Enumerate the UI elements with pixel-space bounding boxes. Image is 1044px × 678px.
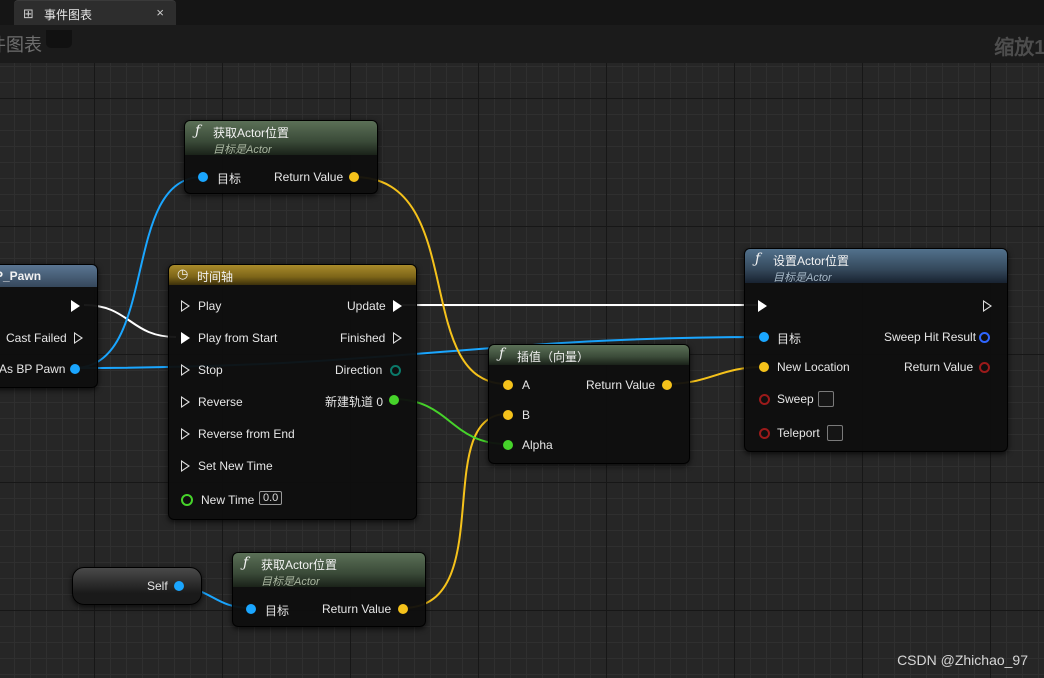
function-icon: ƒ	[755, 251, 761, 267]
node-title: 设置Actor位置	[773, 254, 850, 268]
self-node[interactable]: Self	[72, 567, 202, 605]
pin-reverse-label: Reverse	[198, 395, 243, 409]
pin-target-label: 目标	[217, 172, 242, 186]
clock-icon: ◷	[177, 267, 189, 282]
float-pin-icon[interactable]	[389, 395, 399, 405]
get-actor-location-node-top[interactable]: ƒ 获取Actor位置 目标是Actor 目标 Return Value	[184, 120, 378, 194]
vector-pin-icon[interactable]	[349, 172, 359, 182]
lerp-vector-node[interactable]: ƒ 插值（向量） A Return Value B Alpha	[488, 344, 690, 464]
node-header: ƒ 获取Actor位置 目标是Actor	[233, 553, 425, 588]
object-pin-icon[interactable]	[198, 172, 208, 182]
pin-b-label: B	[522, 408, 531, 422]
exec-in-pin-icon[interactable]	[181, 364, 190, 376]
cast-to-bp-pawn-node[interactable]: P_Pawn Cast Failed As BP Pawn	[0, 264, 98, 388]
pin-teleport-label: Teleport	[777, 426, 820, 440]
function-icon: ƒ	[195, 123, 201, 139]
vector-pin-icon[interactable]	[398, 604, 408, 614]
exec-out-pin-icon[interactable]	[983, 300, 992, 312]
pin-target-label: 目标	[265, 604, 290, 618]
exec-out-pin-icon[interactable]	[393, 300, 402, 312]
vector-pin-icon[interactable]	[662, 380, 672, 390]
exec-out-pin-icon[interactable]	[393, 332, 402, 344]
pin-play-label: Play	[198, 299, 222, 313]
pin-return-label: Return Value	[322, 602, 392, 616]
watermark: CSDN @Zhichao_97	[897, 652, 1028, 668]
pin-return-label: Return Value	[586, 378, 656, 392]
pin-direction-label: Direction	[335, 363, 383, 377]
node-subtitle: 目标是Actor	[213, 144, 272, 156]
function-icon: ƒ	[243, 555, 249, 571]
function-icon: ƒ	[499, 346, 505, 362]
node-header: ƒ 插值（向量）	[489, 345, 689, 365]
exec-in-pin-icon[interactable]	[181, 332, 190, 344]
pin-as-bp-pawn-label: As BP Pawn	[0, 362, 66, 376]
exec-out-pin-icon[interactable]	[71, 300, 80, 312]
vector-pin-icon[interactable]	[503, 380, 513, 390]
timeline-node[interactable]: ◷ 时间轴 Play Play from Start Stop Reverse …	[168, 264, 417, 520]
node-title: P_Pawn	[0, 269, 42, 283]
pin-update-label: Update	[347, 299, 386, 313]
vector-pin-icon[interactable]	[759, 362, 769, 372]
pin-target-label: 目标	[777, 332, 802, 346]
object-pin-icon[interactable]	[70, 364, 80, 374]
node-header: ◷ 时间轴	[169, 265, 416, 285]
pin-new-track-label: 新建轨道 0	[325, 395, 384, 409]
node-title: 时间轴	[197, 270, 234, 284]
get-actor-location-node-bottom[interactable]: ƒ 获取Actor位置 目标是Actor 目标 Return Value	[232, 552, 426, 627]
pin-new-location-label: New Location	[777, 360, 850, 374]
sweep-checkbox[interactable]	[818, 391, 834, 407]
node-title: 获取Actor位置	[213, 126, 290, 140]
exec-in-pin-icon[interactable]	[181, 460, 190, 472]
object-pin-icon[interactable]	[174, 581, 184, 591]
exec-out-pin-icon[interactable]	[74, 332, 83, 344]
exec-in-pin-icon[interactable]	[181, 428, 190, 440]
pin-stop-label: Stop	[198, 363, 223, 377]
vector-pin-icon[interactable]	[503, 410, 513, 420]
pin-cast-failed-label: Cast Failed	[6, 331, 67, 345]
pin-reverse-from-end-label: Reverse from End	[198, 427, 295, 441]
node-header: ƒ 设置Actor位置 目标是Actor	[745, 249, 1007, 284]
set-actor-location-node[interactable]: ƒ 设置Actor位置 目标是Actor 目标 Sweep Hit Result…	[744, 248, 1008, 452]
object-pin-icon[interactable]	[759, 332, 769, 342]
bool-pin-icon[interactable]	[759, 394, 770, 405]
exec-in-pin-icon[interactable]	[758, 300, 767, 312]
node-title: 插值（向量）	[517, 350, 590, 364]
self-label: Self	[147, 579, 168, 593]
pin-finished-label: Finished	[340, 331, 386, 345]
bool-pin-icon[interactable]	[759, 428, 770, 439]
pin-return-label: Return Value	[904, 360, 974, 374]
pin-new-time-label: New Time	[201, 493, 255, 507]
node-title: 获取Actor位置	[261, 558, 338, 572]
float-pin-icon[interactable]	[503, 440, 513, 450]
node-subtitle: 目标是Actor	[773, 272, 832, 284]
exec-in-pin-icon[interactable]	[181, 396, 190, 408]
pin-alpha-label: Alpha	[522, 438, 553, 452]
exec-in-pin-icon[interactable]	[181, 300, 190, 312]
pin-sweep-label: Sweep	[777, 392, 814, 406]
node-subtitle: 目标是Actor	[261, 576, 320, 588]
pin-play-from-start-label: Play from Start	[198, 331, 278, 345]
pin-sweep-hit-label: Sweep Hit Result	[884, 330, 977, 344]
node-header: P_Pawn	[0, 265, 97, 287]
pin-set-new-time-label: Set New Time	[198, 459, 273, 473]
enum-pin-icon[interactable]	[390, 365, 401, 376]
new-time-input[interactable]: 0.0	[259, 491, 283, 505]
pin-a-label: A	[522, 378, 531, 392]
teleport-checkbox[interactable]	[827, 425, 843, 441]
node-header: ƒ 获取Actor位置 目标是Actor	[185, 121, 377, 156]
bool-pin-icon[interactable]	[979, 362, 990, 373]
pin-return-label: Return Value	[274, 170, 344, 184]
struct-pin-icon[interactable]	[979, 332, 990, 343]
float-pin-icon[interactable]	[181, 494, 193, 506]
object-pin-icon[interactable]	[246, 604, 256, 614]
